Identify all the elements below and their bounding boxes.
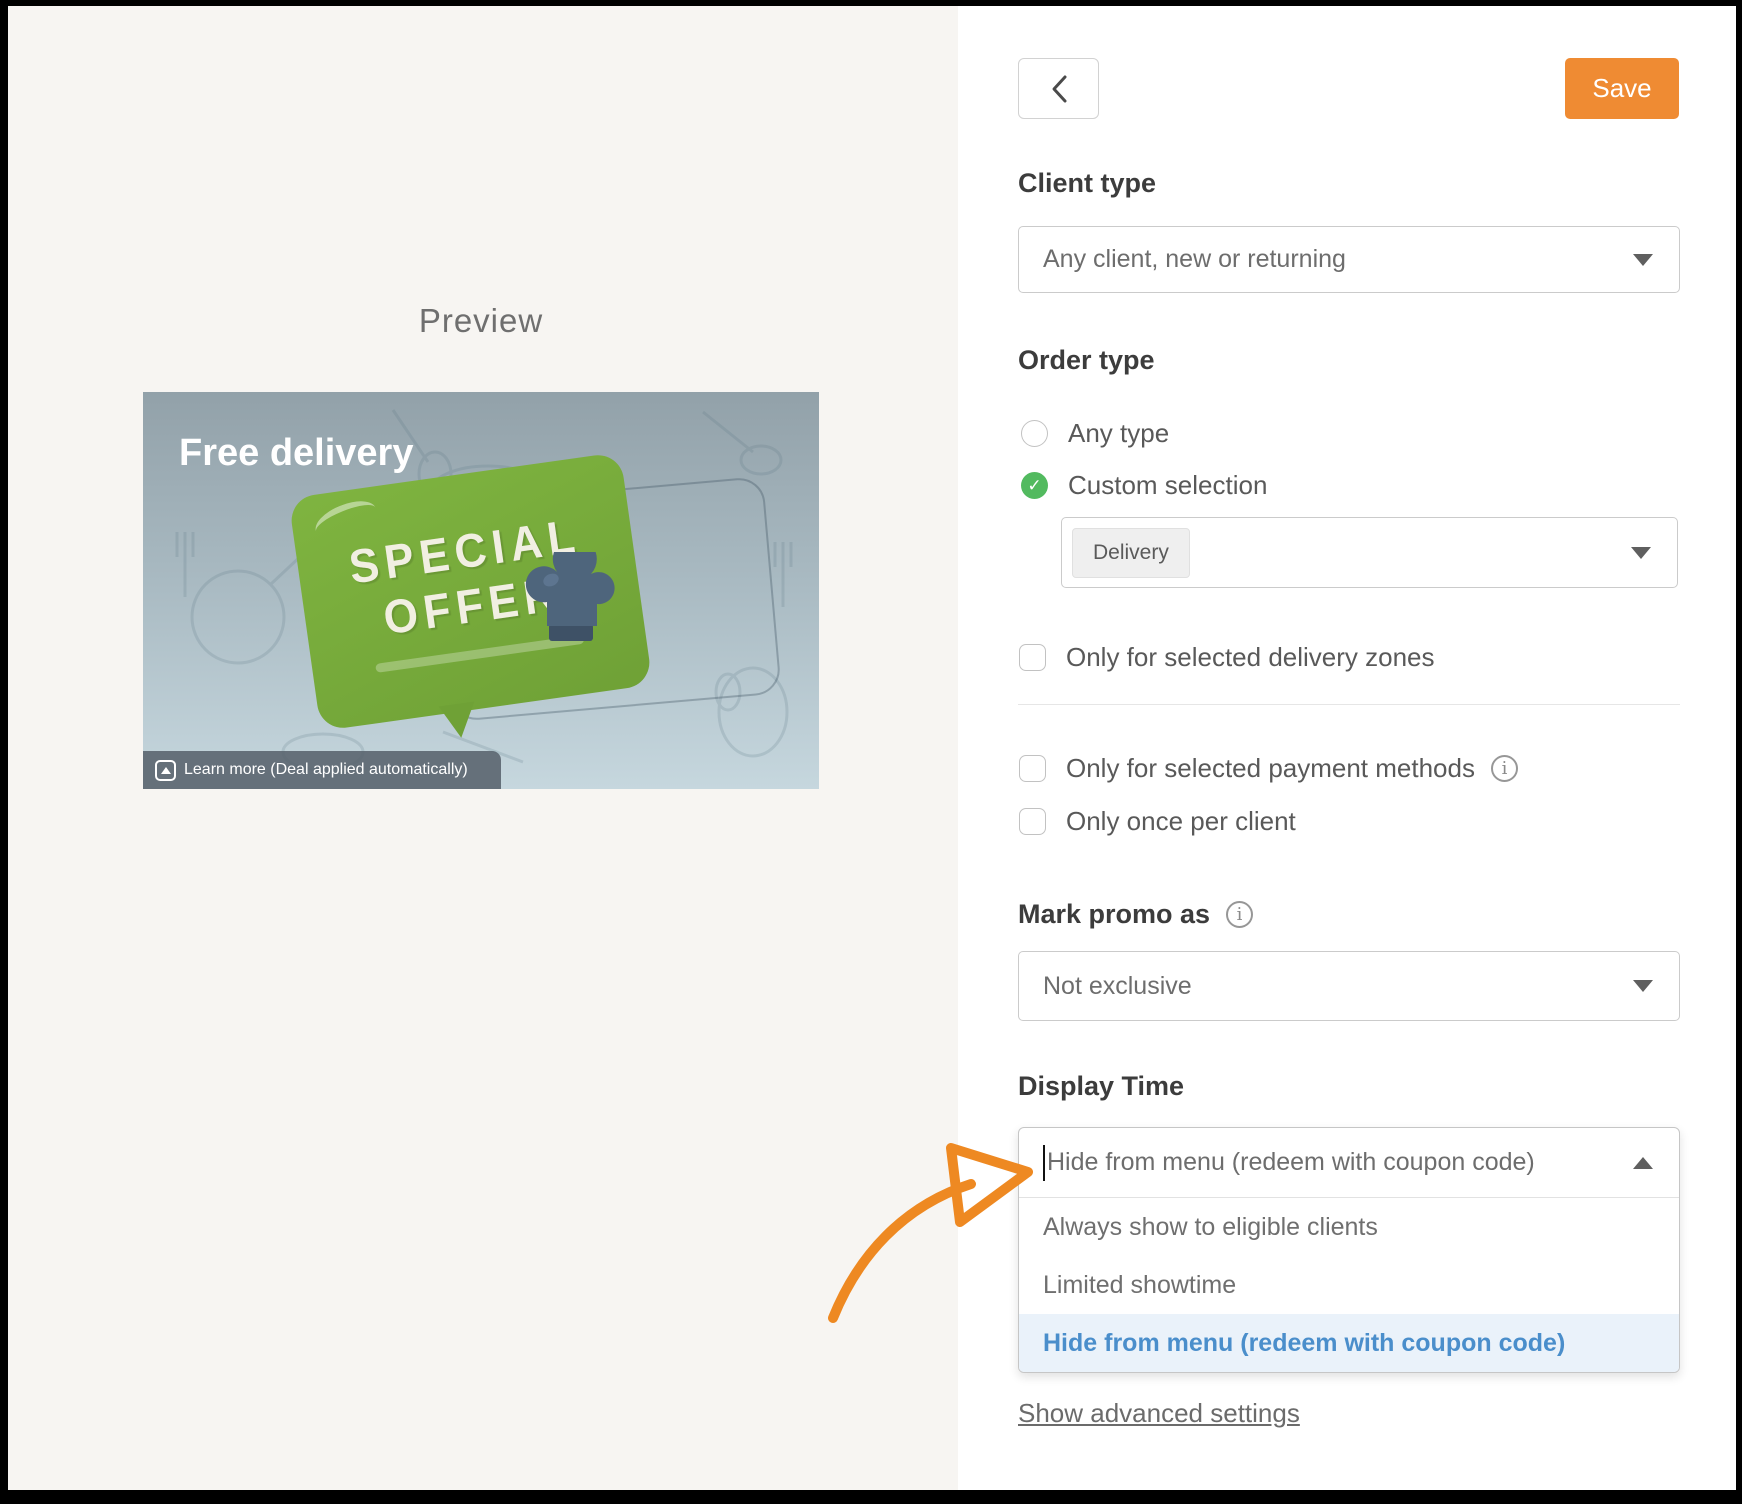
radio-checked-icon: ✓ [1021,472,1048,499]
mark-promo-select[interactable]: Not exclusive [1018,951,1680,1021]
checkbox-once-per-client[interactable]: Only once per client [1019,806,1296,837]
mark-promo-label: Mark promo as [1018,899,1211,929]
order-type-multiselect[interactable]: Delivery [1061,517,1678,588]
option-hide-from-menu[interactable]: Hide from menu (redeem with coupon code) [1019,1314,1679,1372]
app-window: Preview Free delivery SPECIAL OFFER Lear… [8,6,1736,1490]
display-time-value: Hide from menu (redeem with coupon code) [1047,1148,1535,1176]
radio-custom-selection-label: Custom selection [1068,470,1268,500]
check-glyph: ✓ [1027,475,1042,495]
chevron-left-icon [1052,75,1066,102]
info-glyph: i [1236,904,1243,925]
mark-promo-value: Not exclusive [1043,971,1192,1000]
save-button[interactable]: Save [1565,58,1679,119]
banner-footer-text: Learn more (Deal applied automatically) [184,761,468,778]
radio-custom-selection[interactable]: ✓ Custom selection [1021,470,1267,501]
delivery-chip[interactable]: Delivery [1072,527,1190,578]
display-time-input[interactable]: Hide from menu (redeem with coupon code) [1019,1128,1679,1198]
display-time-label: Display Time [1018,1071,1185,1101]
info-glyph: i [1501,758,1508,779]
info-icon[interactable]: i [1226,901,1254,928]
chevron-down-icon [1633,980,1653,992]
radio-any-type-label: Any type [1068,418,1170,448]
chef-hat-icon [525,552,615,641]
client-type-select[interactable]: Any client, new or returning [1018,226,1680,293]
checkbox-delivery-zones[interactable]: Only for selected delivery zones [1019,642,1435,673]
settings-panel: Save Client type Any client, new or retu… [958,6,1736,1490]
client-type-label: Client type [1018,168,1157,198]
preview-title: Preview [418,302,544,339]
banner-footer-bar: Learn more (Deal applied automatically) [143,751,501,789]
option-always-show[interactable]: Always show to eligible clients [1019,1198,1679,1256]
mark-promo-label-row: Mark promo as i [1018,899,1254,930]
client-type-value: Any client, new or returning [1043,245,1346,273]
banner-heading: Free delivery [179,432,414,474]
preview-panel: Preview Free delivery SPECIAL OFFER Lear… [8,6,958,1490]
show-advanced-settings-link[interactable]: Show advanced settings [1018,1398,1300,1429]
promo-banner-preview: Free delivery SPECIAL OFFER Learn more (… [143,392,819,789]
section-divider [1018,704,1680,705]
checkbox-icon [1019,755,1046,782]
option-limited-showtime[interactable]: Limited showtime [1019,1256,1679,1314]
chevron-up-icon [1633,1156,1653,1169]
display-time-combobox: Hide from menu (redeem with coupon code)… [1018,1127,1680,1373]
checkbox-icon [1019,808,1046,835]
radio-circle-icon [1021,420,1048,447]
learn-more-icon [155,759,176,781]
radio-any-type[interactable]: Any type [1021,418,1169,449]
checkbox-icon [1019,644,1046,671]
checkbox-payment-methods[interactable]: Only for selected payment methods i [1019,753,1518,784]
checkbox-delivery-zones-label: Only for selected delivery zones [1066,642,1435,672]
checkbox-once-per-client-label: Only once per client [1066,806,1296,836]
checkbox-payment-methods-label: Only for selected payment methods [1066,753,1475,783]
back-button[interactable] [1018,58,1099,119]
info-icon[interactable]: i [1490,755,1518,782]
order-type-label: Order type [1018,345,1155,375]
text-cursor [1043,1144,1045,1181]
chevron-down-icon [1633,253,1653,266]
chevron-down-icon [1631,546,1651,559]
